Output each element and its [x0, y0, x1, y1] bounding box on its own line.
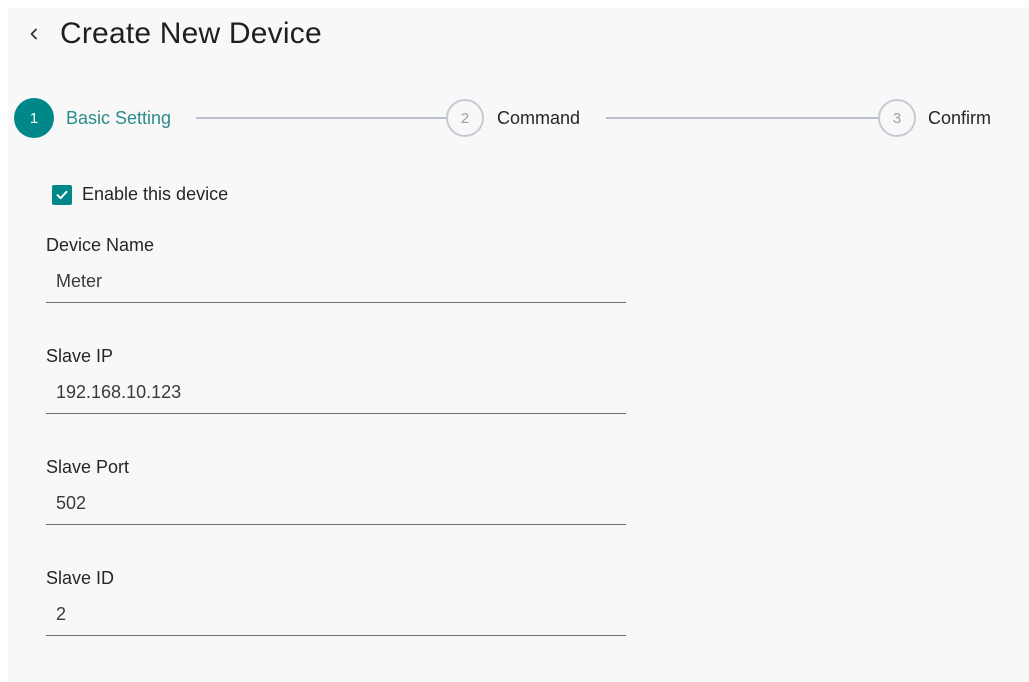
slave-ip-field: Slave IP 192.168.10.123: [46, 344, 626, 414]
stepper: 1 Basic Setting 2 Command 3 Confirm: [14, 97, 1004, 139]
step-number-badge: 3: [878, 99, 916, 137]
device-name-label: Device Name: [46, 235, 155, 255]
slave-id-field: Slave ID 2: [46, 566, 626, 636]
step-connector-1: [196, 117, 446, 119]
slave-id-input[interactable]: 2: [46, 601, 626, 636]
step-basic-setting[interactable]: 1 Basic Setting: [14, 97, 171, 139]
slave-id-label: Slave ID: [46, 568, 115, 588]
page-title: Create New Device: [60, 17, 322, 50]
slave-port-field: Slave Port 502: [46, 455, 626, 525]
step-label: Command: [497, 107, 581, 128]
step-label: Confirm: [928, 107, 992, 128]
step-command[interactable]: 2 Command: [446, 97, 580, 139]
step-connector-2: [606, 117, 878, 119]
device-name-field: Device Name Meter: [46, 233, 626, 303]
chevron-left-icon: [30, 28, 37, 40]
step-number-badge: 2: [446, 99, 484, 137]
enable-device-label: Enable this device: [82, 184, 229, 204]
step-confirm[interactable]: 3 Confirm: [878, 97, 991, 139]
device-name-input[interactable]: Meter: [46, 268, 626, 303]
slave-ip-input[interactable]: 192.168.10.123: [46, 379, 626, 414]
enable-device-checkbox-row[interactable]: Enable this device: [52, 184, 228, 205]
step-number-badge: 1: [14, 98, 54, 138]
slave-port-label: Slave Port: [46, 457, 130, 477]
back-button[interactable]: [22, 22, 46, 46]
slave-port-input[interactable]: 502: [46, 490, 626, 525]
page-header: Create New Device: [24, 14, 322, 54]
step-label: Basic Setting: [66, 107, 172, 128]
enable-device-checkbox[interactable]: [52, 184, 72, 205]
checkmark-icon: [56, 190, 68, 199]
slave-ip-label: Slave IP: [46, 346, 114, 366]
